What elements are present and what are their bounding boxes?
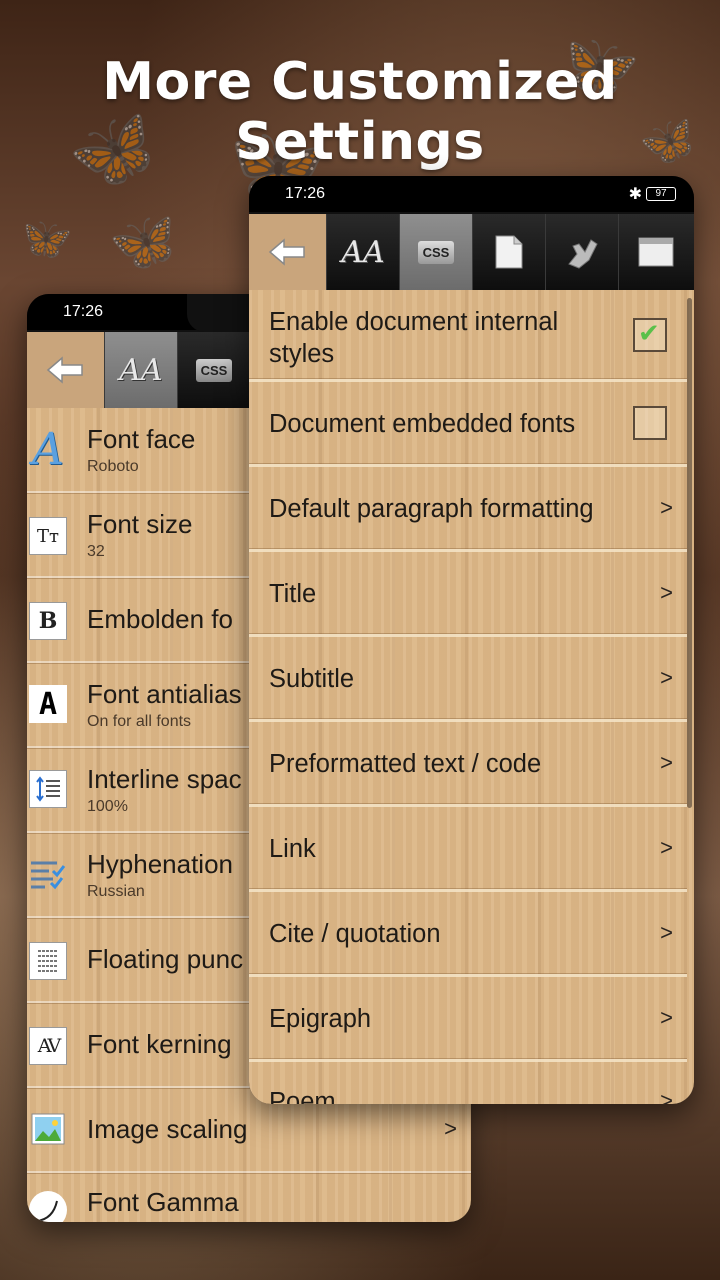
setting-row-epigraph[interactable]: Epigraph > (249, 977, 687, 1062)
bold-icon: B (29, 602, 67, 640)
item-title: Image scaling (87, 1114, 248, 1144)
setting-label: Cite / quotation (269, 920, 441, 948)
tab-window[interactable] (619, 214, 692, 290)
window-icon (638, 237, 673, 267)
setting-row-paragraph[interactable]: Default paragraph formatting > (249, 467, 687, 552)
setting-row-preformatted[interactable]: Preformatted text / code > (249, 722, 687, 807)
setting-row-poem[interactable]: Poem > (249, 1062, 687, 1104)
setting-row-cite[interactable]: Cite / quotation > (249, 892, 687, 977)
setting-row-subtitle[interactable]: Subtitle > (249, 637, 687, 722)
butterfly-decoration: 🦋 (104, 204, 184, 280)
chevron-right-icon: > (660, 580, 673, 605)
item-title: Font face (87, 424, 196, 454)
setting-row-title[interactable]: Title > (249, 552, 687, 637)
item-subtitle: Roboto (87, 458, 139, 475)
chevron-right-icon: > (660, 1005, 673, 1030)
css-settings-list: Enable document internal styles ✔ Docume… (249, 290, 694, 1104)
item-subtitle: Russian (87, 883, 145, 900)
tab-font[interactable]: AA (105, 332, 178, 408)
gamma-icon (29, 1191, 67, 1222)
page-icon (495, 235, 523, 269)
check-icon: ✔ (638, 318, 660, 348)
font-aa-icon: AA (119, 352, 163, 388)
setting-label: Link (269, 835, 316, 863)
item-title: Font size (87, 509, 193, 539)
status-time: 17:26 (63, 303, 104, 320)
bluetooth-icon: ✱ (628, 186, 642, 203)
setting-row-internal-styles[interactable]: Enable document internal styles ✔ (249, 290, 687, 382)
item-title: Floating punc (87, 944, 244, 974)
settings-toolbar: AA CSS (249, 214, 694, 290)
tab-css[interactable]: CSS (178, 332, 251, 408)
line-spacing-icon (29, 770, 67, 808)
list-item[interactable]: Font Gamma (27, 1173, 471, 1222)
chevron-right-icon: > (660, 495, 673, 520)
kerning-icon: AV (29, 1027, 67, 1065)
status-bar: 17:26 ✱ 97 (249, 176, 694, 212)
item-title: Hyphenation (87, 849, 233, 879)
chevron-right-icon: > (660, 835, 673, 860)
setting-label: Enable document internal (269, 308, 559, 336)
chevron-right-icon: > (660, 665, 673, 690)
tab-page[interactable] (473, 214, 546, 290)
item-title: Font antialias (87, 679, 242, 709)
setting-label-line2: styles (269, 340, 335, 368)
chevron-right-icon: > (660, 1088, 673, 1104)
status-time: 17:26 (285, 185, 326, 202)
item-subtitle: 32 (87, 543, 105, 560)
item-title: Font Gamma (87, 1187, 239, 1217)
item-subtitle: On for all fonts (87, 713, 192, 730)
battery-icon: 97 (646, 187, 676, 201)
hyphenation-icon (29, 855, 67, 893)
tab-font[interactable]: AA (327, 214, 400, 290)
butterfly-decoration: 🦋 (13, 208, 77, 270)
setting-label: Epigraph (269, 1005, 372, 1033)
item-subtitle: 100% (87, 798, 128, 815)
setting-label: Document embedded fonts (269, 410, 576, 438)
css-icon: CSS (195, 358, 233, 382)
setting-label: Poem (269, 1088, 336, 1104)
antialias-icon: A (29, 685, 67, 723)
chevron-right-icon: > (660, 920, 673, 945)
chevron-right-icon: > (660, 750, 673, 775)
tab-controls[interactable] (546, 214, 619, 290)
setting-row-embedded-fonts[interactable]: Document embedded fonts (249, 382, 687, 467)
setting-label: Default paragraph formatting (269, 495, 594, 523)
back-arrow-icon (46, 356, 83, 384)
headline: More Customized Settings (102, 52, 618, 172)
back-arrow-icon (268, 238, 305, 266)
scrollbar[interactable] (687, 298, 692, 808)
item-title: Font kerning (87, 1029, 232, 1059)
back-button[interactable] (27, 332, 105, 408)
floating-punctuation-icon (29, 942, 67, 980)
font-face-icon: A (32, 423, 64, 475)
front-phone: 17:26 ✱ 97 AA CSS Enable document intern… (249, 176, 694, 1104)
tap-gesture-icon (568, 239, 598, 269)
setting-row-link[interactable]: Link > (249, 807, 687, 892)
chevron-right-icon: > (444, 1116, 457, 1141)
css-icon: CSS (417, 240, 455, 264)
item-title: Embolden fo (87, 604, 233, 634)
back-button[interactable] (249, 214, 327, 290)
internal-styles-checkbox[interactable]: ✔ (633, 318, 667, 352)
tab-css[interactable]: CSS (400, 214, 473, 290)
setting-label: Preformatted text / code (269, 750, 542, 778)
font-aa-icon: AA (341, 234, 385, 270)
setting-label: Subtitle (269, 665, 355, 693)
item-title: Interline spac (87, 764, 242, 794)
embedded-fonts-checkbox[interactable] (633, 406, 667, 440)
setting-label: Title (269, 580, 317, 608)
image-scaling-icon (29, 1110, 67, 1148)
font-size-icon: Tт (29, 517, 67, 555)
